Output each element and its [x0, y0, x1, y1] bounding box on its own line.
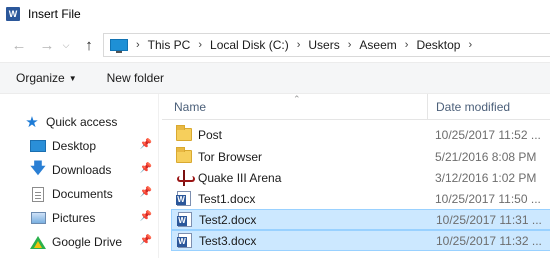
file-name: Test1.docx	[198, 191, 256, 206]
this-pc-icon	[110, 39, 128, 53]
file-name: Tor Browser	[198, 149, 263, 164]
file-row-test1[interactable]: Test1.docx 10/25/2017 11:50 ...	[171, 188, 550, 209]
file-date: 10/25/2017 11:31 ...	[436, 212, 542, 227]
file-list: ⌃ Name Date modified Post 10/25/2017 11:…	[162, 94, 550, 258]
word-document-icon	[176, 191, 192, 207]
column-divider[interactable]	[427, 94, 428, 120]
file-name: Post	[198, 127, 223, 142]
pin-icon[interactable]: 📌	[140, 139, 152, 150]
sidebar-item-google-drive[interactable]: Google Drive 📌	[30, 231, 156, 253]
file-name: Test2.docx	[199, 212, 257, 227]
navigation-bar: ← → ⌵ ↑ › This PC › Local Disk (C:) › Us…	[0, 30, 550, 60]
back-arrow-icon[interactable]: ←	[8, 34, 30, 56]
file-date: 10/25/2017 11:32 ...	[436, 233, 542, 248]
file-date: 10/25/2017 11:50 ...	[435, 191, 541, 206]
pin-icon[interactable]: 📌	[140, 211, 152, 222]
organize-button[interactable]: Organize ▼	[16, 71, 77, 85]
file-date: 3/12/2016 1:02 PM	[435, 170, 537, 185]
file-date: 5/21/2016 8:08 PM	[435, 149, 537, 164]
breadcrumb-desktop[interactable]: Desktop	[416, 38, 460, 52]
pictures-icon	[30, 210, 46, 226]
pin-icon[interactable]: 📌	[140, 235, 152, 246]
file-row-post[interactable]: Post 10/25/2017 11:52 ...	[171, 124, 550, 145]
sidebar-item-label: Google Drive	[52, 235, 123, 249]
up-arrow-icon[interactable]: ↑	[78, 34, 100, 56]
breadcrumb-aseem[interactable]: Aseem	[359, 38, 396, 52]
file-row-test3[interactable]: Test3.docx 10/25/2017 11:32 ...	[171, 230, 550, 251]
word-app-icon: W	[6, 7, 20, 21]
file-row-test2[interactable]: Test2.docx 10/25/2017 11:31 ...	[171, 209, 550, 230]
file-name: Quake III Arena	[198, 170, 282, 185]
sidebar-item-label: Desktop	[52, 139, 97, 153]
sidebar-item-label: Downloads	[52, 163, 112, 177]
column-header-name[interactable]: Name	[174, 100, 206, 114]
folder-icon	[176, 125, 192, 143]
google-drive-icon	[30, 234, 46, 250]
breadcrumb-users[interactable]: Users	[308, 38, 339, 52]
star-icon: ★	[25, 114, 39, 131]
column-header-date-modified[interactable]: Date modified	[436, 100, 510, 114]
folder-icon	[176, 147, 192, 165]
quake-shortcut-icon	[176, 169, 195, 186]
breadcrumb-local-disk[interactable]: Local Disk (C:)	[210, 38, 289, 52]
address-bar[interactable]: › This PC › Local Disk (C:) › Users › As…	[103, 33, 550, 57]
sidebar-item-pictures[interactable]: Pictures 📌	[30, 207, 156, 229]
documents-icon	[30, 186, 46, 202]
chevron-right-icon[interactable]: ›	[136, 39, 140, 51]
chevron-right-icon[interactable]: ›	[468, 39, 472, 51]
pane-splitter[interactable]	[158, 94, 159, 258]
breadcrumb-this-pc[interactable]: This PC	[148, 38, 191, 52]
organize-label: Organize	[16, 71, 65, 85]
sidebar-item-label: Documents	[52, 187, 113, 201]
sidebar-item-desktop[interactable]: Desktop 📌	[30, 135, 156, 157]
command-toolbar: Organize ▼ New folder	[0, 62, 550, 94]
downloads-icon: 🡇	[30, 159, 46, 177]
window-title: Insert File	[28, 7, 81, 21]
forward-arrow-icon[interactable]: →	[36, 34, 58, 56]
sidebar-item-label: Quick access	[46, 115, 118, 129]
chevron-right-icon[interactable]: ›	[198, 39, 202, 51]
new-folder-button[interactable]: New folder	[107, 71, 164, 85]
word-document-icon	[177, 233, 193, 249]
sidebar-item-quick-access[interactable]: ★ Quick access	[24, 114, 118, 131]
sidebar-item-documents[interactable]: Documents 📌	[30, 183, 156, 205]
file-row-quake-iii-arena[interactable]: Quake III Arena 3/12/2016 1:02 PM	[171, 167, 550, 188]
file-name: Test3.docx	[199, 233, 257, 248]
chevron-right-icon[interactable]: ›	[405, 39, 409, 51]
chevron-right-icon[interactable]: ›	[348, 39, 352, 51]
title-bar: W Insert File	[0, 0, 550, 28]
column-header-row: ⌃ Name Date modified	[162, 94, 550, 120]
word-document-icon	[177, 212, 193, 228]
pin-icon[interactable]: 📌	[140, 187, 152, 198]
navigation-pane: ★ Quick access Desktop 📌 🡇 Downloads 📌 D…	[0, 94, 158, 258]
pin-icon[interactable]: 📌	[140, 163, 152, 174]
sidebar-item-label: Pictures	[52, 211, 96, 225]
sidebar-item-downloads[interactable]: 🡇 Downloads 📌	[30, 159, 156, 181]
file-date: 10/25/2017 11:52 ...	[435, 127, 541, 142]
chevron-right-icon[interactable]: ›	[297, 39, 301, 51]
chevron-down-icon[interactable]: ⌵	[60, 34, 72, 56]
caret-down-icon: ▼	[68, 74, 77, 83]
desktop-icon	[30, 138, 46, 154]
file-row-tor-browser[interactable]: Tor Browser 5/21/2016 8:08 PM	[171, 146, 550, 167]
sort-up-icon: ⌃	[293, 94, 301, 104]
